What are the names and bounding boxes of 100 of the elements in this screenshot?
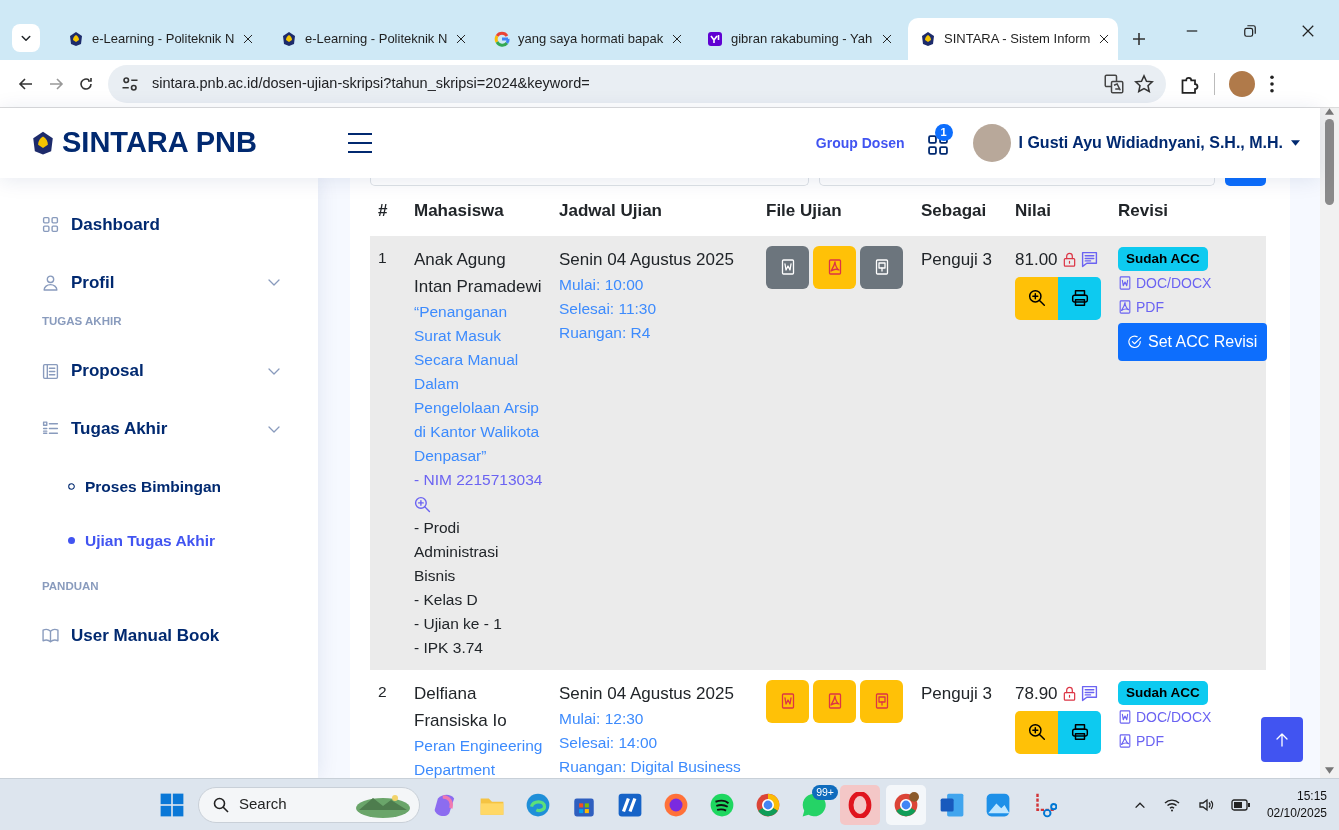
pdf-document-icon	[1118, 298, 1132, 315]
filter-field[interactable]	[819, 178, 1216, 186]
row-number: 1	[378, 248, 387, 266]
close-icon[interactable]	[242, 33, 255, 45]
presentation-document-icon	[873, 693, 890, 709]
search-button[interactable]	[1225, 178, 1266, 186]
ring-icon	[755, 791, 781, 818]
brand-name: SINTARA PNB	[62, 125, 257, 161]
revision-file-link[interactable]: PDF	[1118, 728, 1258, 753]
browser-tab[interactable]: gibran rakabuming - Yah	[695, 18, 905, 60]
sidebar-subitem[interactable]: Ujian Tugas Akhir	[26, 516, 298, 564]
row-number: 2	[378, 682, 387, 700]
battery-icon[interactable]	[1230, 797, 1251, 812]
column-header: #	[370, 186, 406, 236]
set-acc-revision-button[interactable]: Set ACC Revisi	[1118, 322, 1268, 361]
schedule-detail: Ruangan: R4	[559, 322, 652, 343]
ring-with-avatar-button[interactable]	[886, 784, 926, 825]
file-button[interactable]	[766, 245, 809, 289]
file-button[interactable]	[813, 245, 856, 289]
notification-badge: 1	[934, 124, 953, 141]
user-name[interactable]: I Gusti Ayu Widiadnyani, S.H., M.H.	[1018, 131, 1283, 155]
printer-icon	[1070, 289, 1089, 307]
examiner-role: Penguji 3	[921, 248, 993, 271]
schedule-detail: Selesai: 14:00	[559, 732, 659, 753]
scroll-to-top-button[interactable]	[1261, 717, 1303, 762]
speaker-icon[interactable]	[1196, 796, 1215, 813]
zoom-button[interactable]	[1015, 276, 1058, 320]
person-icon	[42, 273, 59, 291]
sidebar-item[interactable]: Tugas Akhir	[26, 405, 298, 452]
student-detail: - IPK 3.74	[414, 637, 484, 658]
exam-date: Senin 04 Agustus 2025	[559, 248, 735, 271]
pdf-document-icon	[826, 693, 843, 709]
file-button[interactable]	[766, 679, 809, 723]
translate-icon[interactable]	[1104, 73, 1124, 94]
close-icon[interactable]	[881, 33, 893, 45]
sidebar-subitem[interactable]: Proses Bimbingan	[26, 463, 298, 511]
revision-file-link[interactable]: DOC/DOCX	[1118, 704, 1258, 729]
forward-arrow-icon[interactable]	[48, 75, 64, 92]
word-document-icon	[779, 693, 796, 709]
file-button[interactable]	[860, 679, 903, 723]
close-icon[interactable]	[1098, 33, 1111, 45]
browser-tab[interactable]: e-Learning - Politeknik N	[56, 18, 266, 60]
square-logo-icon	[707, 31, 723, 47]
status-badge: Sudah ACC	[1118, 680, 1208, 705]
print-button[interactable]	[1058, 710, 1101, 754]
close-icon[interactable]	[1301, 24, 1315, 38]
address-bar[interactable]: sintara.pnb.ac.id/dosen-ujian-skripsi?tahun_skripsi=2024&keyword=	[108, 64, 1166, 103]
check-circle-icon	[1128, 334, 1142, 349]
comment-icon[interactable]	[1080, 250, 1098, 268]
comment-icon[interactable]	[1080, 684, 1098, 702]
browser-tab[interactable]: yang saya hormati bapak	[482, 18, 692, 60]
apps-grid-icon[interactable]	[926, 134, 949, 156]
file-button[interactable]	[860, 245, 903, 289]
back-arrow-icon[interactable]	[18, 75, 34, 92]
url-field[interactable]: sintara.pnb.ac.id/dosen-ujian-skripsi?tahun_skripsi=2024&keyword=	[150, 71, 1094, 96]
browser-tab[interactable]: SINTARA - Sistem Inform	[908, 18, 1118, 60]
clock-date[interactable]: 02/10/2025	[1266, 804, 1327, 822]
menu-icon[interactable]	[346, 132, 373, 154]
zoom-button[interactable]	[1015, 710, 1058, 754]
scroll-down-icon	[1325, 767, 1334, 774]
student-name: Delfiana Fransiska Io	[414, 682, 508, 732]
sidebar-item[interactable]: Profil	[26, 259, 298, 305]
group-link[interactable]: Group Dosen	[815, 132, 905, 154]
search-icon	[213, 796, 229, 813]
filter-field[interactable]	[370, 178, 810, 186]
file-button[interactable]	[813, 679, 856, 723]
star-icon[interactable]	[1134, 73, 1154, 94]
list-icon	[42, 420, 59, 437]
more-menu-icon[interactable]	[1269, 74, 1275, 93]
dot-icon	[68, 536, 75, 544]
scrollbar[interactable]	[1320, 108, 1339, 778]
close-icon[interactable]	[455, 33, 468, 45]
tab-list-button[interactable]	[12, 24, 40, 52]
sidebar-item[interactable]: Proposal	[26, 348, 298, 394]
sidebar-item[interactable]: User Manual Book	[26, 613, 298, 659]
taskbar-search-bar[interactable]: Search	[198, 786, 420, 823]
column-header: Sebagai	[913, 186, 1007, 236]
revision-file-link[interactable]: PDF	[1118, 294, 1258, 319]
profile-avatar[interactable]	[1229, 70, 1255, 97]
word-document-icon	[1118, 274, 1132, 291]
student-name: Anak Agung Intan Pramadewi	[414, 248, 543, 298]
search-field[interactable]: Search	[237, 792, 347, 817]
clock-time[interactable]: 15:15	[1266, 787, 1327, 805]
revision-file-link[interactable]: DOC/DOCX	[1118, 270, 1258, 295]
close-icon[interactable]	[671, 33, 684, 45]
browser-tab[interactable]: e-Learning - Politeknik N	[269, 18, 479, 60]
print-button[interactable]	[1058, 276, 1101, 320]
restore-icon[interactable]	[1243, 24, 1257, 38]
reload-icon[interactable]	[78, 75, 94, 92]
emblem-logo-icon	[30, 129, 56, 157]
oval-button[interactable]	[840, 784, 880, 825]
zoom-in-icon[interactable]	[414, 495, 431, 513]
sidebar-item[interactable]: Dashboard	[26, 202, 298, 248]
ring-logo-icon	[494, 31, 510, 47]
plus-icon[interactable]	[1131, 31, 1147, 47]
schedule-detail: Mulai: 10:00	[559, 274, 645, 295]
column-header: File Ujian	[758, 186, 913, 236]
student-id-link[interactable]: - NIM 2215713034	[414, 467, 543, 492]
scrollbar-thumb[interactable]	[1325, 119, 1334, 205]
pdf-document-icon	[1118, 732, 1132, 749]
